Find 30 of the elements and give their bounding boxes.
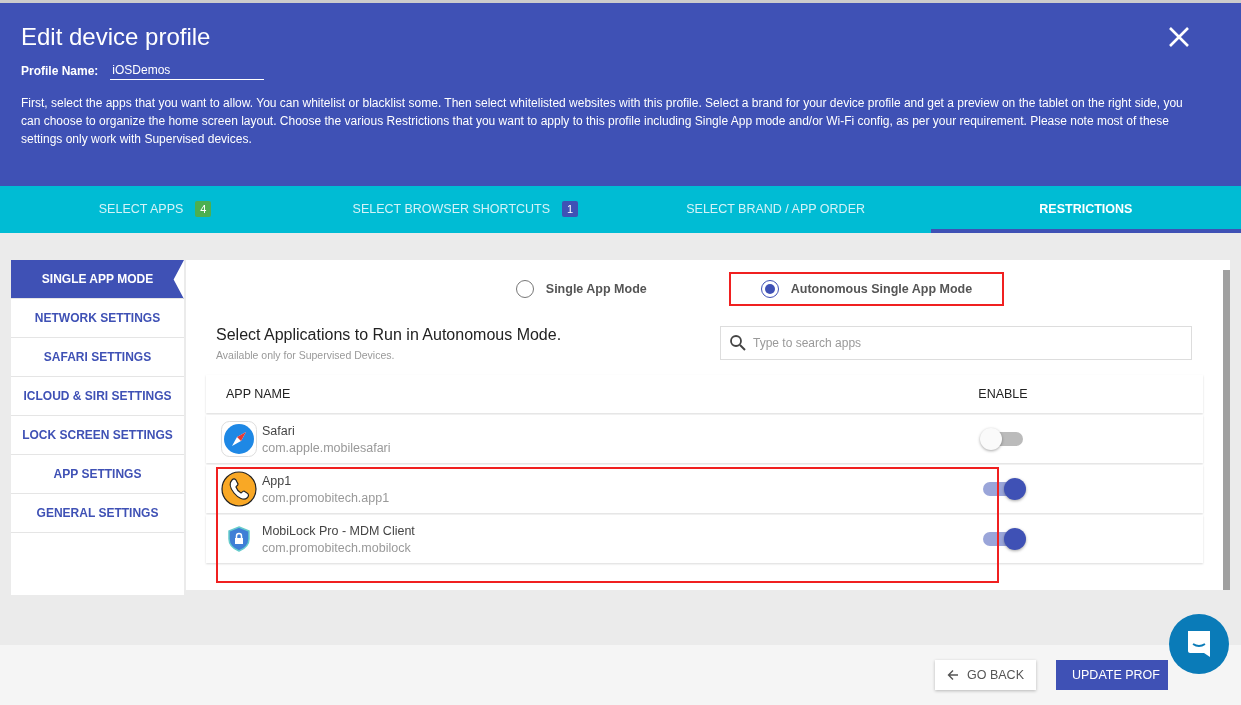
- description-text: First, select the apps that you want to allow. You can whitelist or blacklist some. Then select whitelisted websites with this profile. Select a brand for your device profile and get a preview on the tablet on the right side, you can choose to organize the home screen layout. Choose the various Restrictions that you want to apply to this profile including Single App mode and/or Wi-Fi config, as per your requirement. Please note most of these settings only work with Supervised devices.: [21, 95, 1184, 148]
- section-subtitle: Available only for Supervised Devices.: [216, 349, 396, 361]
- search-icon: [729, 334, 747, 352]
- app-name: App1: [262, 473, 293, 488]
- sidebar-item[interactable]: SINGLE APP MODE: [11, 260, 184, 299]
- count-badge: 1: [562, 201, 579, 217]
- bundle-id: com.apple.mobilesafari: [262, 440, 391, 455]
- column-header: APP NAME: [225, 387, 292, 401]
- radio-label[interactable]: Autonomous Single App Mode: [790, 282, 973, 296]
- close-icon[interactable]: [1168, 26, 1190, 48]
- bundle-id: com.promobitech.mobilock: [262, 540, 412, 555]
- app-name: MobiLock Pro - MDM Client: [262, 523, 415, 538]
- back-button[interactable]: GO BACK: [935, 660, 1036, 690]
- compass-icon: [221, 421, 257, 457]
- profile-name-label: Profile Name:: [21, 63, 99, 78]
- arrow-left-icon: [947, 669, 960, 681]
- tab[interactable]: SELECT BROWSER SHORTCUTS 1: [310, 186, 621, 233]
- column-header: ENABLE: [977, 387, 1029, 401]
- bundle-id: com.promobitech.app1: [262, 490, 390, 505]
- app-name: Safari: [262, 423, 296, 438]
- scrollbar[interactable]: [1223, 270, 1230, 590]
- update-button[interactable]: UPDATE PROF: [1056, 660, 1168, 690]
- radio-label[interactable]: Single App Mode: [545, 282, 647, 296]
- dialog-title: Edit device profile: [21, 23, 211, 51]
- chat-button[interactable]: [1169, 614, 1229, 674]
- search-placeholder: Type to search apps: [753, 336, 862, 350]
- section-title: Select Applications to Run in Autonomous Mode.: [216, 326, 562, 344]
- phone-icon: [221, 471, 257, 507]
- count-badge: 4: [195, 201, 212, 217]
- profile-name-field[interactable]: iOSDemos: [110, 61, 265, 80]
